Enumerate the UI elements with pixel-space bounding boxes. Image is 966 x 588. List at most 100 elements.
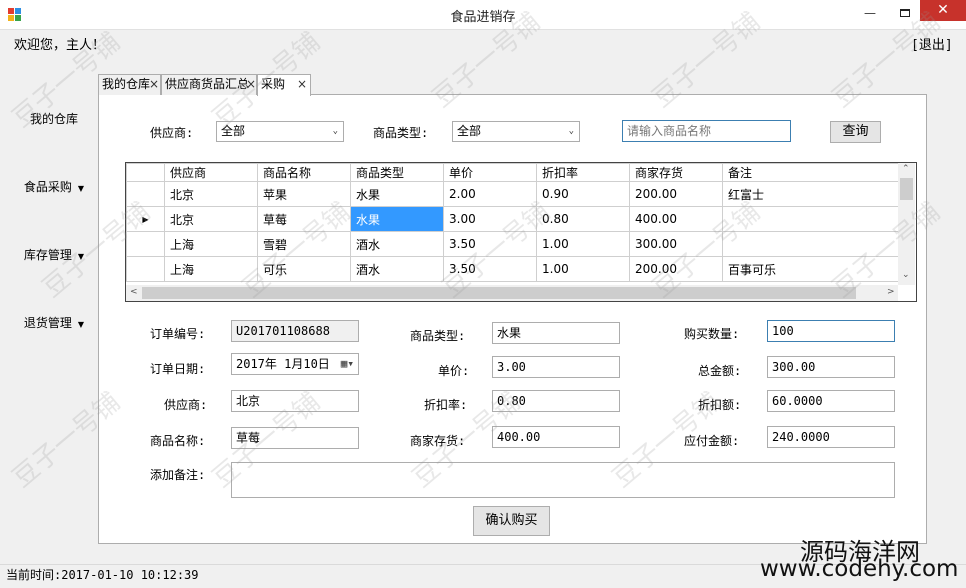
sidebar-item-food-purchase[interactable]: 食品采购 ▼ (14, 178, 94, 195)
grid-cell[interactable]: 300.00 (629, 231, 723, 257)
sidebar-item-returns[interactable]: 退货管理 ▼ (14, 314, 94, 331)
product-name-label: 商品名称: (150, 434, 206, 448)
column-header[interactable]: 折扣率 (536, 163, 630, 182)
quantity-label: 购买数量: (684, 327, 740, 341)
row-header[interactable] (126, 181, 165, 207)
supplier-field[interactable]: 北京 (231, 390, 359, 412)
sidebar-item-label: 退货管理 (23, 316, 72, 330)
tab-supplier-summary[interactable]: 供应商货品汇总 × (161, 74, 257, 95)
table-row[interactable]: 上海 可乐 酒水 3.50 1.00 200.00 百事可乐 (126, 256, 903, 282)
grid-cell[interactable]: 百事可乐 (722, 256, 903, 282)
tab-purchase[interactable]: 采购 × (257, 74, 311, 96)
scroll-right-icon[interactable]: > (887, 287, 895, 297)
product-grid[interactable]: 供应商 商品名称 商品类型 单价 折扣率 商家存货 备注 北京 苹果 水果 2.… (125, 162, 917, 302)
watermark-url: www.codehy.com (760, 556, 959, 582)
column-header[interactable]: 供应商 (164, 163, 258, 182)
sidebar-item-inventory[interactable]: 库存管理 ▼ (14, 246, 94, 263)
grid-cell[interactable]: 400.00 (629, 206, 723, 232)
tab-close-icon[interactable]: × (149, 75, 159, 94)
grid-cell[interactable]: 可乐 (257, 256, 351, 282)
grid-cell[interactable]: 北京 (164, 181, 258, 207)
horizontal-scroll-thumb[interactable] (142, 287, 856, 299)
quantity-field[interactable]: 100 (767, 320, 895, 342)
grid-cell[interactable]: 3.50 (443, 231, 537, 257)
product-type-field[interactable]: 水果 (492, 322, 620, 344)
grid-cell[interactable] (722, 206, 903, 232)
minimize-button[interactable]: — (858, 4, 882, 24)
grid-cell[interactable]: 苹果 (257, 181, 351, 207)
grid-cell[interactable]: 200.00 (629, 256, 723, 282)
unit-price-field[interactable]: 3.00 (492, 356, 620, 378)
product-name-field[interactable]: 草莓 (231, 427, 359, 449)
sidebar-item-label: 库存管理 (23, 248, 72, 262)
tab-close-icon[interactable]: × (246, 75, 256, 94)
grid-cell[interactable] (722, 231, 903, 257)
grid-cell[interactable]: 雪碧 (257, 231, 351, 257)
grid-cell[interactable]: 北京 (164, 206, 258, 232)
supplier-filter-select[interactable]: 全部 ⌄ (216, 121, 344, 142)
remark-label: 添加备注: (150, 468, 206, 482)
grid-cell[interactable]: 200.00 (629, 181, 723, 207)
table-row[interactable]: 北京 苹果 水果 2.00 0.90 200.00 红富士 (126, 181, 903, 207)
grid-cell[interactable]: 0.80 (536, 206, 630, 232)
column-header[interactable]: 单价 (443, 163, 537, 182)
row-header[interactable] (126, 231, 165, 257)
grid-cell[interactable]: 酒水 (350, 256, 444, 282)
vertical-scroll-thumb[interactable] (900, 178, 913, 200)
payable-field[interactable]: 240.0000 (767, 426, 895, 448)
order-date-value: 2017年 1月10日 (236, 357, 330, 371)
tab-close-icon[interactable]: × (297, 75, 307, 94)
grid-cell[interactable]: 3.50 (443, 256, 537, 282)
column-header[interactable]: 商家存货 (629, 163, 723, 182)
tab-label: 采购 (261, 77, 286, 91)
query-button[interactable]: 查询 (830, 121, 881, 143)
remark-textarea[interactable] (231, 462, 895, 498)
calendar-icon[interactable]: ▦▾ (341, 354, 354, 374)
grid-cell[interactable]: 草莓 (257, 206, 351, 232)
grid-cell[interactable]: 酒水 (350, 231, 444, 257)
tab-label: 供应商货品汇总 (165, 77, 250, 91)
type-filter-label: 商品类型: (373, 126, 429, 140)
close-button[interactable]: ✕ (920, 0, 966, 21)
current-row-marker-icon[interactable]: ▶ (126, 206, 165, 232)
logout-link[interactable]: [退出] (911, 34, 953, 53)
grid-cell[interactable]: 2.00 (443, 181, 537, 207)
total-field[interactable]: 300.00 (767, 356, 895, 378)
tab-my-warehouse[interactable]: 我的仓库 × (98, 74, 161, 95)
table-row[interactable]: 上海 雪碧 酒水 3.50 1.00 300.00 (126, 231, 903, 257)
sidebar-item-my-warehouse[interactable]: 我的仓库 (14, 110, 94, 127)
order-no-field[interactable]: U201701108688 (231, 320, 359, 342)
grid-cell[interactable]: 上海 (164, 231, 258, 257)
order-date-picker[interactable]: 2017年 1月10日 ▦▾ (231, 353, 359, 375)
grid-header-row: 供应商 商品名称 商品类型 单价 折扣率 商家存货 备注 (126, 163, 903, 182)
status-text: 当前时间:2017-01-10 10:12:39 (6, 568, 199, 582)
scroll-up-icon[interactable]: ⌃ (902, 164, 910, 174)
grid-cell[interactable]: 3.00 (443, 206, 537, 232)
chevron-down-icon: ▼ (77, 252, 85, 261)
type-filter-select[interactable]: 全部 ⌄ (452, 121, 580, 142)
table-row[interactable]: ▶ 北京 草莓 水果 3.00 0.80 400.00 (126, 206, 903, 232)
chevron-down-icon: ▼ (77, 184, 85, 193)
discount-rate-field[interactable]: 0.80 (492, 390, 620, 412)
column-header[interactable]: 商品名称 (257, 163, 351, 182)
maximize-button[interactable] (893, 4, 917, 24)
grid-cell[interactable]: 红富士 (722, 181, 903, 207)
search-input[interactable]: 请输入商品名称 (622, 120, 791, 142)
grid-cell[interactable]: 水果 (350, 181, 444, 207)
confirm-purchase-button[interactable]: 确认购买 (473, 506, 550, 536)
scroll-down-icon[interactable]: ⌄ (902, 270, 910, 280)
scroll-left-icon[interactable]: < (130, 287, 138, 297)
discount-amount-field[interactable]: 60.0000 (767, 390, 895, 412)
window-title: 食品进销存 (450, 10, 516, 25)
row-header[interactable] (126, 256, 165, 282)
grid-cell[interactable]: 1.00 (536, 256, 630, 282)
grid-cell[interactable]: 1.00 (536, 231, 630, 257)
grid-cell[interactable]: 0.90 (536, 181, 630, 207)
grid-cell[interactable]: 上海 (164, 256, 258, 282)
column-header[interactable]: 备注 (722, 163, 903, 182)
column-header[interactable]: 商品类型 (350, 163, 444, 182)
stock-label: 商家存货: (410, 434, 466, 448)
product-type-label: 商品类型: (410, 329, 466, 343)
grid-cell-selected[interactable]: 水果 (350, 206, 444, 232)
stock-field[interactable]: 400.00 (492, 426, 620, 448)
